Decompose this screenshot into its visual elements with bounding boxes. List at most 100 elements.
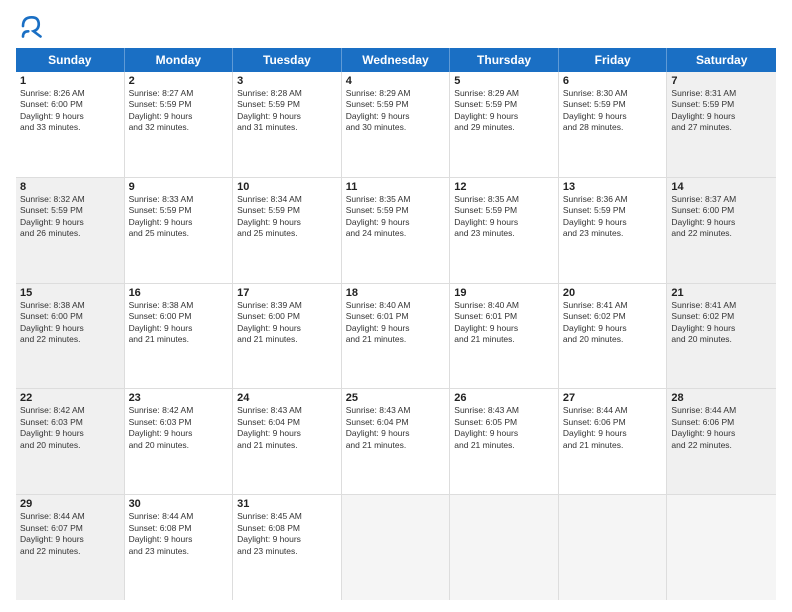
- calendar-cell: 17 Sunrise: 8:39 AMSunset: 6:00 PMDaylig…: [233, 284, 342, 389]
- calendar-cell: 25 Sunrise: 8:43 AMSunset: 6:04 PMDaylig…: [342, 389, 451, 494]
- calendar-cell: 18 Sunrise: 8:40 AMSunset: 6:01 PMDaylig…: [342, 284, 451, 389]
- calendar-cell: 30 Sunrise: 8:44 AMSunset: 6:08 PMDaylig…: [125, 495, 234, 600]
- day-number: 16: [129, 287, 229, 299]
- cell-text: Sunrise: 8:26 AMSunset: 6:00 PMDaylight:…: [20, 88, 120, 134]
- day-number: 29: [20, 498, 120, 510]
- calendar-cell: [667, 495, 776, 600]
- day-number: 2: [129, 75, 229, 87]
- calendar-header: SundayMondayTuesdayWednesdayThursdayFrid…: [16, 48, 776, 72]
- header-day-thursday: Thursday: [450, 48, 559, 72]
- day-number: 20: [563, 287, 663, 299]
- cell-text: Sunrise: 8:39 AMSunset: 6:00 PMDaylight:…: [237, 300, 337, 346]
- header-day-sunday: Sunday: [16, 48, 125, 72]
- cell-text: Sunrise: 8:42 AMSunset: 6:03 PMDaylight:…: [129, 405, 229, 451]
- day-number: 25: [346, 392, 446, 404]
- header-day-tuesday: Tuesday: [233, 48, 342, 72]
- cell-text: Sunrise: 8:38 AMSunset: 6:00 PMDaylight:…: [20, 300, 120, 346]
- cell-text: Sunrise: 8:29 AMSunset: 5:59 PMDaylight:…: [454, 88, 554, 134]
- header-day-friday: Friday: [559, 48, 668, 72]
- calendar-cell: 9 Sunrise: 8:33 AMSunset: 5:59 PMDayligh…: [125, 178, 234, 283]
- day-number: 31: [237, 498, 337, 510]
- calendar-cell: 10 Sunrise: 8:34 AMSunset: 5:59 PMDaylig…: [233, 178, 342, 283]
- calendar-cell: 1 Sunrise: 8:26 AMSunset: 6:00 PMDayligh…: [16, 72, 125, 177]
- cell-text: Sunrise: 8:36 AMSunset: 5:59 PMDaylight:…: [563, 194, 663, 240]
- calendar-cell: 24 Sunrise: 8:43 AMSunset: 6:04 PMDaylig…: [233, 389, 342, 494]
- cell-text: Sunrise: 8:40 AMSunset: 6:01 PMDaylight:…: [346, 300, 446, 346]
- calendar-cell: 20 Sunrise: 8:41 AMSunset: 6:02 PMDaylig…: [559, 284, 668, 389]
- day-number: 10: [237, 181, 337, 193]
- calendar-cell: 26 Sunrise: 8:43 AMSunset: 6:05 PMDaylig…: [450, 389, 559, 494]
- calendar-cell: 4 Sunrise: 8:29 AMSunset: 5:59 PMDayligh…: [342, 72, 451, 177]
- calendar-cell: [342, 495, 451, 600]
- cell-text: Sunrise: 8:32 AMSunset: 5:59 PMDaylight:…: [20, 194, 120, 240]
- cell-text: Sunrise: 8:42 AMSunset: 6:03 PMDaylight:…: [20, 405, 120, 451]
- calendar-cell: 8 Sunrise: 8:32 AMSunset: 5:59 PMDayligh…: [16, 178, 125, 283]
- calendar-cell: 31 Sunrise: 8:45 AMSunset: 6:08 PMDaylig…: [233, 495, 342, 600]
- day-number: 4: [346, 75, 446, 87]
- cell-text: Sunrise: 8:38 AMSunset: 6:00 PMDaylight:…: [129, 300, 229, 346]
- calendar-cell: 3 Sunrise: 8:28 AMSunset: 5:59 PMDayligh…: [233, 72, 342, 177]
- calendar-cell: 23 Sunrise: 8:42 AMSunset: 6:03 PMDaylig…: [125, 389, 234, 494]
- week-row-4: 22 Sunrise: 8:42 AMSunset: 6:03 PMDaylig…: [16, 389, 776, 495]
- day-number: 26: [454, 392, 554, 404]
- calendar-cell: 28 Sunrise: 8:44 AMSunset: 6:06 PMDaylig…: [667, 389, 776, 494]
- cell-text: Sunrise: 8:37 AMSunset: 6:00 PMDaylight:…: [671, 194, 772, 240]
- cell-text: Sunrise: 8:30 AMSunset: 5:59 PMDaylight:…: [563, 88, 663, 134]
- day-number: 1: [20, 75, 120, 87]
- day-number: 21: [671, 287, 772, 299]
- cell-text: Sunrise: 8:41 AMSunset: 6:02 PMDaylight:…: [563, 300, 663, 346]
- calendar-cell: 2 Sunrise: 8:27 AMSunset: 5:59 PMDayligh…: [125, 72, 234, 177]
- day-number: 7: [671, 75, 772, 87]
- page: SundayMondayTuesdayWednesdayThursdayFrid…: [0, 0, 792, 612]
- header-day-saturday: Saturday: [667, 48, 776, 72]
- calendar-cell: 11 Sunrise: 8:35 AMSunset: 5:59 PMDaylig…: [342, 178, 451, 283]
- week-row-2: 8 Sunrise: 8:32 AMSunset: 5:59 PMDayligh…: [16, 178, 776, 284]
- cell-text: Sunrise: 8:31 AMSunset: 5:59 PMDaylight:…: [671, 88, 772, 134]
- cell-text: Sunrise: 8:40 AMSunset: 6:01 PMDaylight:…: [454, 300, 554, 346]
- calendar-cell: [559, 495, 668, 600]
- week-row-5: 29 Sunrise: 8:44 AMSunset: 6:07 PMDaylig…: [16, 495, 776, 600]
- calendar-cell: 12 Sunrise: 8:35 AMSunset: 5:59 PMDaylig…: [450, 178, 559, 283]
- day-number: 3: [237, 75, 337, 87]
- day-number: 19: [454, 287, 554, 299]
- calendar-cell: [450, 495, 559, 600]
- calendar: SundayMondayTuesdayWednesdayThursdayFrid…: [16, 48, 776, 600]
- logo: [16, 12, 48, 40]
- header-day-wednesday: Wednesday: [342, 48, 451, 72]
- cell-text: Sunrise: 8:29 AMSunset: 5:59 PMDaylight:…: [346, 88, 446, 134]
- day-number: 11: [346, 181, 446, 193]
- day-number: 27: [563, 392, 663, 404]
- day-number: 22: [20, 392, 120, 404]
- cell-text: Sunrise: 8:44 AMSunset: 6:07 PMDaylight:…: [20, 511, 120, 557]
- day-number: 17: [237, 287, 337, 299]
- calendar-cell: 5 Sunrise: 8:29 AMSunset: 5:59 PMDayligh…: [450, 72, 559, 177]
- cell-text: Sunrise: 8:28 AMSunset: 5:59 PMDaylight:…: [237, 88, 337, 134]
- week-row-1: 1 Sunrise: 8:26 AMSunset: 6:00 PMDayligh…: [16, 72, 776, 178]
- calendar-cell: 13 Sunrise: 8:36 AMSunset: 5:59 PMDaylig…: [559, 178, 668, 283]
- cell-text: Sunrise: 8:43 AMSunset: 6:04 PMDaylight:…: [237, 405, 337, 451]
- day-number: 9: [129, 181, 229, 193]
- cell-text: Sunrise: 8:43 AMSunset: 6:05 PMDaylight:…: [454, 405, 554, 451]
- calendar-cell: 14 Sunrise: 8:37 AMSunset: 6:00 PMDaylig…: [667, 178, 776, 283]
- cell-text: Sunrise: 8:33 AMSunset: 5:59 PMDaylight:…: [129, 194, 229, 240]
- calendar-cell: 19 Sunrise: 8:40 AMSunset: 6:01 PMDaylig…: [450, 284, 559, 389]
- day-number: 15: [20, 287, 120, 299]
- header: [16, 12, 776, 40]
- cell-text: Sunrise: 8:44 AMSunset: 6:06 PMDaylight:…: [563, 405, 663, 451]
- cell-text: Sunrise: 8:44 AMSunset: 6:06 PMDaylight:…: [671, 405, 772, 451]
- cell-text: Sunrise: 8:41 AMSunset: 6:02 PMDaylight:…: [671, 300, 772, 346]
- header-day-monday: Monday: [125, 48, 234, 72]
- calendar-cell: 7 Sunrise: 8:31 AMSunset: 5:59 PMDayligh…: [667, 72, 776, 177]
- calendar-cell: 15 Sunrise: 8:38 AMSunset: 6:00 PMDaylig…: [16, 284, 125, 389]
- week-row-3: 15 Sunrise: 8:38 AMSunset: 6:00 PMDaylig…: [16, 284, 776, 390]
- day-number: 30: [129, 498, 229, 510]
- calendar-cell: 21 Sunrise: 8:41 AMSunset: 6:02 PMDaylig…: [667, 284, 776, 389]
- logo-icon: [16, 12, 44, 40]
- day-number: 18: [346, 287, 446, 299]
- calendar-body: 1 Sunrise: 8:26 AMSunset: 6:00 PMDayligh…: [16, 72, 776, 600]
- calendar-cell: 29 Sunrise: 8:44 AMSunset: 6:07 PMDaylig…: [16, 495, 125, 600]
- cell-text: Sunrise: 8:35 AMSunset: 5:59 PMDaylight:…: [346, 194, 446, 240]
- cell-text: Sunrise: 8:34 AMSunset: 5:59 PMDaylight:…: [237, 194, 337, 240]
- day-number: 5: [454, 75, 554, 87]
- day-number: 23: [129, 392, 229, 404]
